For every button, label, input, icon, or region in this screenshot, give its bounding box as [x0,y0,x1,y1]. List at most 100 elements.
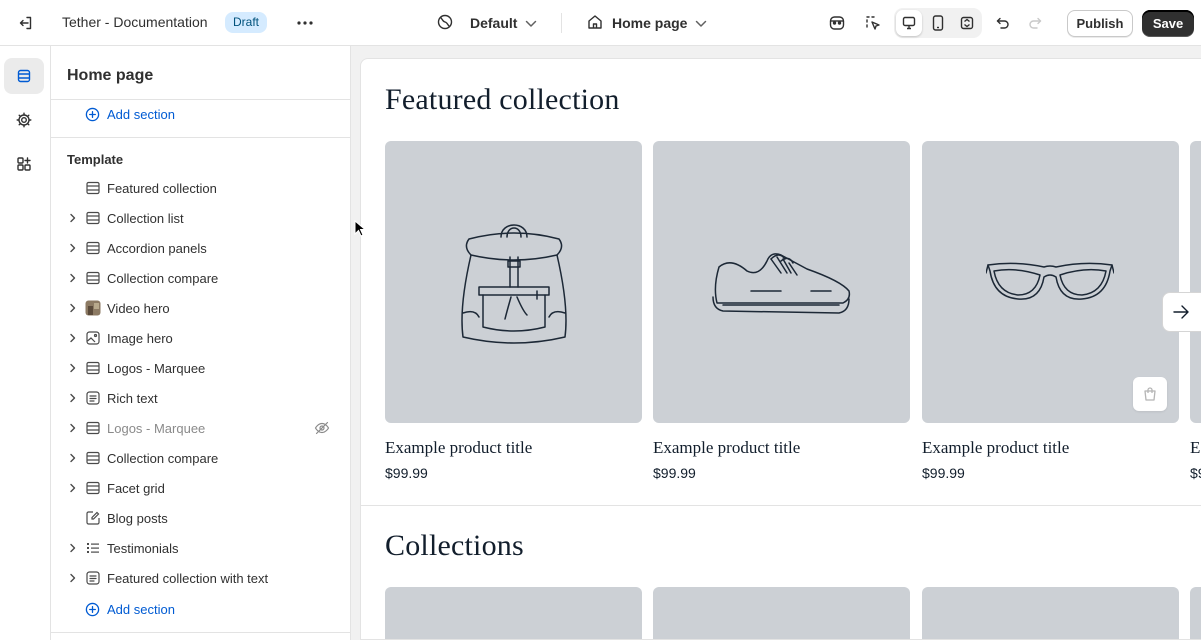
collection-card[interactable] [653,587,910,639]
quick-add-button[interactable] [1133,377,1167,411]
chevron-right-icon[interactable] [67,212,79,224]
chevron-right-icon[interactable] [67,482,79,494]
redo-icon[interactable] [1021,9,1049,37]
chevron-right-icon[interactable] [67,572,79,584]
arrow-right-icon [1173,305,1189,319]
section-row[interactable]: Facet grid [51,473,350,503]
sections-icon[interactable] [4,58,44,94]
exit-icon[interactable] [14,12,38,34]
sunglasses-illustration [986,262,1114,300]
section-label: Rich text [107,391,158,406]
save-button[interactable]: Save [1142,10,1194,37]
product-card-image[interactable] [922,141,1179,423]
sections-panel: Home page Add section Template Featured … [51,46,351,640]
add-section-button[interactable]: Add section [85,599,175,619]
collection-card[interactable] [385,587,642,639]
chevron-right-icon[interactable] [67,362,79,374]
divider [51,137,350,138]
undo-icon[interactable] [989,9,1017,37]
product-title[interactable]: Example product title [922,438,1069,458]
chevron-right-icon[interactable] [67,452,79,464]
status-badge: Draft [225,12,268,33]
eye-hidden-icon[interactable] [314,420,330,436]
section-icon [85,480,101,496]
mobile-view-icon[interactable] [925,10,951,36]
add-section-button[interactable]: Add section [85,104,175,124]
gear-icon[interactable] [4,102,44,138]
product-card-image[interactable] [653,141,910,423]
theme-selector[interactable]: Default [436,11,537,35]
section-icon [85,360,101,376]
product-title[interactable]: E [1190,438,1200,458]
chevron-right-icon[interactable] [67,422,79,434]
chevron-down-icon [525,15,537,31]
section-label: Accordion panels [107,241,207,256]
editor-nav-rail [0,46,51,640]
image-icon [85,330,101,346]
chevron-right-icon[interactable] [67,392,79,404]
collection-card[interactable] [1190,587,1201,639]
theme-select-label: Default [470,15,518,31]
section-icon [85,450,101,466]
toolbar-divider [561,13,562,33]
desktop-view-icon[interactable] [896,10,922,36]
video-thumbnail-icon [85,300,101,316]
page-selector[interactable]: Home page [586,11,707,35]
add-section-label: Add section [107,601,175,617]
section-icon [85,270,101,286]
section-row[interactable]: Collection list [51,203,350,233]
section-label: Collection compare [107,451,219,466]
product-title[interactable]: Example product title [385,438,532,458]
product-price: $99.99 [385,465,428,481]
carousel-next-button[interactable] [1162,292,1201,332]
featured-collection-heading: Featured collection [385,83,620,116]
section-divider [361,505,1201,506]
section-row[interactable]: Rich text [51,383,350,413]
shopping-bag-icon [1144,387,1156,401]
blog-icon [85,510,101,526]
section-row[interactable]: Featured collection with text [51,563,350,593]
section-row[interactable]: Logos - Marquee [51,413,350,443]
section-row[interactable]: Logos - Marquee [51,353,350,383]
section-row[interactable]: Testimonials [51,533,350,563]
section-row[interactable]: Image hero [51,323,350,353]
section-row[interactable]: Collection compare [51,263,350,293]
home-icon [586,13,604,34]
store-title: Tether - Documentation [62,14,208,30]
chevron-right-icon[interactable] [67,242,79,254]
chevron-right-icon[interactable] [67,332,79,344]
storefront-preview: Featured collection Example product titl… [360,58,1201,640]
section-row[interactable]: Accordion panels [51,233,350,263]
product-price: $99.99 [653,465,696,481]
divider [51,632,350,633]
section-icon [85,180,101,196]
section-label: Collection list [107,211,184,226]
device-toggle-group [894,8,982,38]
section-row[interactable]: Video hero [51,293,350,323]
chevron-right-icon[interactable] [67,272,79,284]
product-title[interactable]: Example product title [653,438,800,458]
publish-button[interactable]: Publish [1067,10,1133,37]
section-label: Logos - Marquee [107,361,206,376]
section-row[interactable]: Collection compare [51,443,350,473]
product-card-image[interactable] [385,141,642,423]
collection-card[interactable] [922,587,1179,639]
apps-icon[interactable] [4,146,44,182]
more-actions-icon[interactable] [293,12,317,34]
sneaker-illustration [712,253,851,314]
section-label: Testimonials [107,541,179,556]
text-block-icon [85,570,101,586]
section-label: Logos - Marquee [107,421,206,436]
ai-assistant-icon[interactable] [823,9,851,37]
fullscreen-view-icon[interactable] [954,10,980,36]
mouse-cursor-icon [354,220,366,237]
section-row[interactable]: Blog posts [51,503,350,533]
product-card-image[interactable] [1190,141,1201,423]
chevron-down-icon [695,15,707,31]
chevron-right-icon[interactable] [67,542,79,554]
section-label: Blog posts [107,511,168,526]
chevron-right-icon[interactable] [67,302,79,314]
inspector-select-icon[interactable] [859,9,887,37]
backpack-illustration [461,224,567,344]
section-row[interactable]: Featured collection [51,173,350,203]
